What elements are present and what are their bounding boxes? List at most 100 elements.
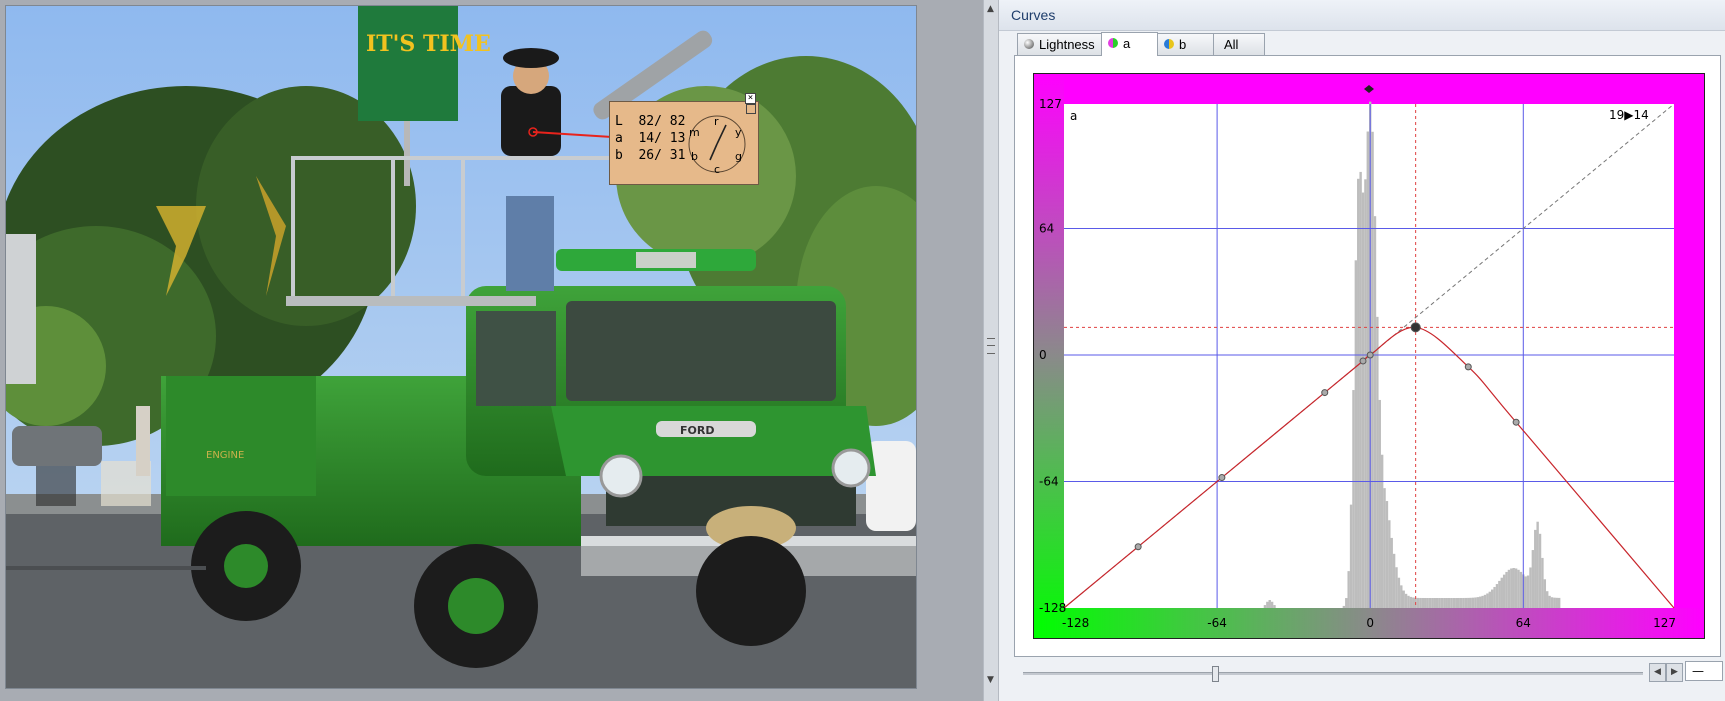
histogram-bar: [1273, 605, 1276, 608]
lab-readout-popup[interactable]: × L 82/ 82 a 14/ 13 b 26/ 31 r y g c b m: [609, 93, 759, 185]
histogram-bar: [1378, 399, 1381, 608]
histogram-bar: [1457, 597, 1460, 608]
curve-point[interactable]: [1359, 357, 1367, 365]
value-field[interactable]: —: [1685, 661, 1723, 681]
panel-title-bar: Curves: [999, 0, 1725, 31]
tab-lightness[interactable]: Lightness: [1017, 33, 1102, 55]
wheel-letter-b: b: [691, 150, 698, 163]
histogram-bar: [1402, 590, 1405, 608]
selected-curve-point[interactable]: [1410, 322, 1421, 333]
scrollbar-track[interactable]: [1023, 672, 1643, 675]
histogram-bar: [1450, 597, 1453, 608]
scroll-left-icon[interactable]: ◀: [1649, 663, 1666, 682]
histogram-bar: [1440, 598, 1444, 608]
scrollbar-thumb[interactable]: [1212, 666, 1220, 682]
histogram-bar: [1486, 593, 1489, 608]
histogram-bar: [1488, 591, 1492, 608]
histogram-bar: [1543, 579, 1547, 608]
close-icon[interactable]: ×: [745, 93, 756, 104]
x-tick-label: 127: [1653, 616, 1676, 630]
histogram-bar: [1268, 600, 1271, 608]
curve-point[interactable]: [1321, 389, 1329, 397]
y-tick-label: 127: [1039, 97, 1062, 111]
histogram-bar: [1507, 569, 1511, 608]
histogram-bar: [1459, 597, 1463, 608]
lab-row-L: L 82/ 82: [615, 114, 686, 129]
histogram-bar: [1388, 520, 1391, 608]
histogram-bar: [1397, 577, 1401, 608]
histogram-bar: [1493, 586, 1496, 608]
tab-a[interactable]: a: [1101, 32, 1158, 56]
histogram-bar: [1426, 597, 1429, 608]
histogram-bar: [1502, 574, 1506, 608]
histogram-bar: [1479, 596, 1482, 608]
histogram-bar: [1474, 597, 1477, 608]
splitter-up-icon[interactable]: ▲: [987, 4, 994, 14]
curve-point[interactable]: [1512, 418, 1520, 426]
histogram-bar: [1471, 597, 1475, 608]
curve-point[interactable]: [1218, 474, 1226, 482]
histogram-bar: [1266, 601, 1269, 608]
curve-point[interactable]: [1464, 363, 1472, 371]
horizontal-scrollbar[interactable]: [1017, 664, 1685, 682]
histogram-bar: [1495, 584, 1499, 608]
fire-truck-photo[interactable]: IT'S TIME FORD ENGINE: [5, 5, 917, 689]
histogram-bar: [1400, 585, 1403, 608]
curve-graph[interactable]: 127 64 0 -64 -128 -128 -64 0 64 127 a 19▶14: [1033, 73, 1705, 639]
banner-text: IT'S TIME: [366, 31, 491, 57]
histogram-bar: [1534, 529, 1537, 608]
histogram-bar: [1407, 595, 1410, 608]
histogram-bar: [1409, 596, 1413, 608]
histogram-bar: [1464, 597, 1468, 608]
histogram-bar: [1419, 597, 1422, 608]
histogram-bar: [1371, 131, 1374, 608]
x-tick-label: 64: [1516, 616, 1531, 630]
curve-point[interactable]: [1366, 351, 1374, 359]
histogram-bar: [1500, 577, 1503, 608]
histogram-bar: [1498, 580, 1501, 608]
histogram-bar: [1526, 575, 1530, 608]
panel-splitter[interactable]: ▲ ▼: [983, 0, 999, 701]
histogram-bar: [1519, 571, 1523, 608]
panel-title: Curves: [1011, 7, 1056, 23]
wheel-letter-c: c: [714, 163, 720, 176]
histogram-bar: [1431, 597, 1434, 608]
y-tick-label: -128: [1039, 601, 1066, 615]
histogram-bar: [1435, 598, 1439, 608]
histogram-bar: [1347, 571, 1350, 608]
histogram-bar: [1538, 533, 1542, 608]
hue-wheel-icon: r y g c b m: [688, 115, 746, 176]
curve-point[interactable]: [1134, 543, 1142, 551]
splitter-down-icon[interactable]: ▼: [987, 675, 994, 685]
histogram-bar: [1342, 605, 1346, 608]
tab-a-label: a: [1123, 36, 1131, 51]
scroll-right-icon[interactable]: ▶: [1666, 663, 1683, 682]
y-tick-label: -64: [1039, 475, 1059, 489]
histogram-bar: [1263, 605, 1267, 608]
histogram-bar: [1481, 595, 1484, 608]
histogram-bar: [1412, 597, 1415, 608]
wheel-letter-r: r: [714, 115, 719, 128]
histogram-bar: [1541, 557, 1544, 608]
image-viewer: IT'S TIME FORD ENGINE × L 82/ 82 a 14/ 1…: [0, 0, 982, 701]
tab-all[interactable]: All: [1213, 33, 1265, 55]
tab-b[interactable]: b: [1157, 33, 1214, 55]
tab-b-label: b: [1179, 37, 1187, 52]
x-tick-label: 0: [1366, 616, 1374, 630]
histogram-bar: [1352, 390, 1355, 608]
channel-label: a: [1070, 109, 1077, 123]
histogram-bar: [1428, 597, 1432, 608]
histogram-bar: [1536, 521, 1539, 608]
histogram-bar: [1550, 597, 1554, 608]
histogram-bar: [1438, 598, 1441, 608]
b-channel-dot-icon: [1164, 39, 1174, 49]
histogram-bar: [1366, 131, 1370, 608]
histogram-bar: [1433, 597, 1436, 608]
histogram-bar: [1395, 567, 1398, 608]
lab-row-b: b 26/ 31: [615, 148, 686, 163]
histogram-bar: [1373, 216, 1377, 609]
splitter-grip-icon[interactable]: [987, 338, 995, 354]
histogram-bar: [1469, 597, 1472, 608]
lightness-dot-icon: [1024, 39, 1034, 49]
histogram-bar: [1359, 171, 1362, 609]
